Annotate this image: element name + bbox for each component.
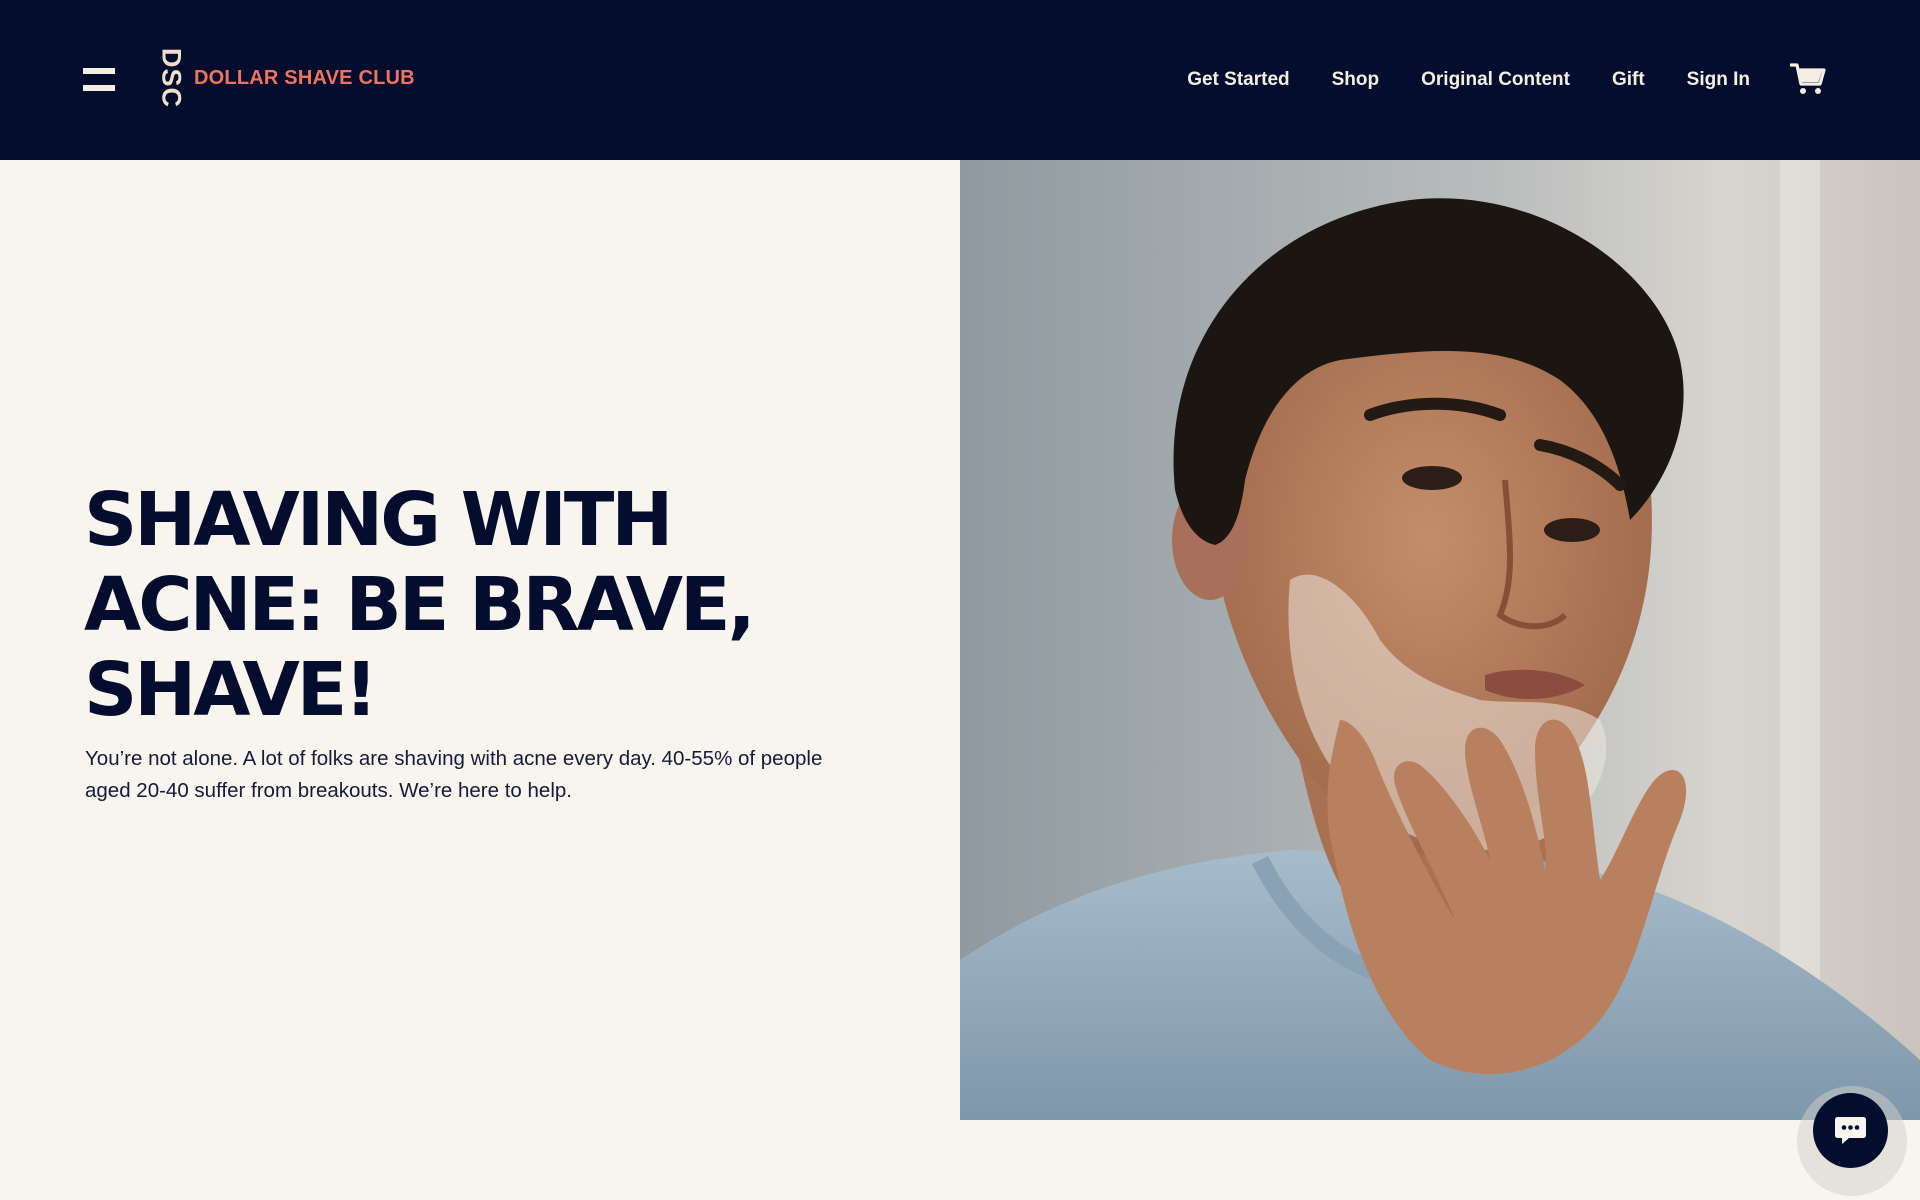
chat-button[interactable]: [1813, 1093, 1888, 1168]
chat-bubble-icon: [1835, 1117, 1866, 1144]
hamburger-line: [83, 68, 115, 74]
hero-photo: [960, 160, 1920, 1120]
hamburger-menu-icon[interactable]: [83, 68, 115, 92]
nav-sign-in[interactable]: Sign In: [1687, 69, 1750, 91]
hero-description: You’re not alone. A lot of folks are sha…: [85, 747, 823, 802]
hero-title: SHAVING WITH ACNE: BE BRAVE, SHAVE!: [84, 477, 756, 733]
logo-mark: DSC: [156, 47, 187, 109]
main-nav: Get Started Shop Original Content Gift S…: [1187, 65, 1750, 95]
nav-gift[interactable]: Gift: [1612, 69, 1645, 91]
nav-get-started[interactable]: Get Started: [1187, 69, 1289, 91]
logo-mark-text: DSC: [156, 47, 187, 109]
shopping-cart-icon-svg: [1789, 63, 1826, 94]
nav-shop[interactable]: Shop: [1332, 69, 1380, 91]
hero-photo-illustration: [960, 160, 1920, 1120]
brand-name: DOLLAR SHAVE CLUB: [194, 67, 415, 89]
hamburger-line: [83, 85, 115, 91]
nav-original-content[interactable]: Original Content: [1421, 69, 1570, 91]
site-header: DSC DOLLAR SHAVE CLUB Get Started Shop O…: [0, 0, 1920, 160]
site-logo[interactable]: DSC DOLLAR SHAVE CLUB: [156, 47, 415, 109]
shopping-cart-icon[interactable]: [1789, 62, 1826, 96]
